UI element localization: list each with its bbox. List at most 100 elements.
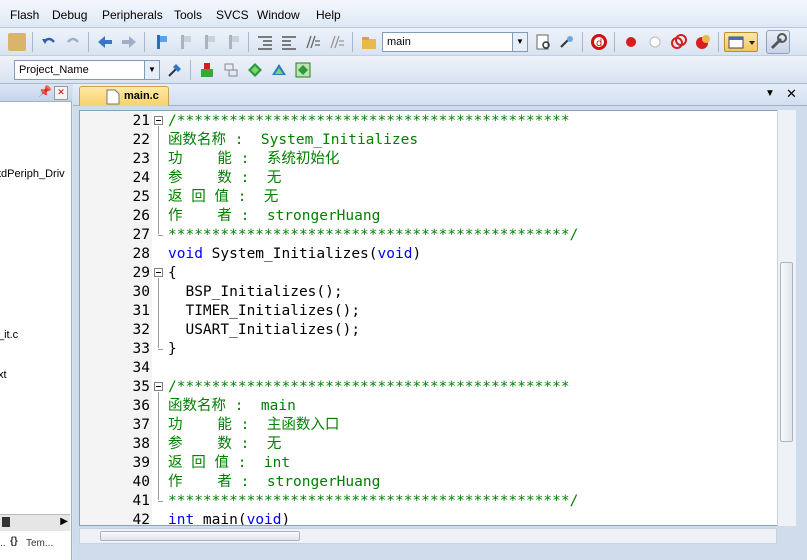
code-line: 22 函数名称 : System_Initializes [80, 131, 780, 150]
menu-debug[interactable]: Debug [52, 8, 87, 22]
code-comment: 函数名称 : System_Initializes [168, 132, 419, 148]
code-text: 作 者 : strongerHuang [168, 207, 380, 226]
fold-collapse-icon[interactable] [154, 116, 163, 125]
menu-window[interactable]: Window [257, 8, 300, 22]
code-text: 功 能 : 主函数入口 [168, 416, 339, 435]
tree-item[interactable]: _it.c [0, 329, 18, 341]
line-number: 36 [132, 398, 150, 414]
redo-icon[interactable] [64, 33, 82, 51]
load-icon[interactable] [198, 61, 216, 79]
code-comment: 函数名称 : main [168, 398, 296, 414]
uncomment-icon[interactable] [328, 33, 346, 51]
fold-guide [158, 392, 159, 500]
file-icon [106, 89, 120, 105]
find-in-files-icon[interactable] [360, 33, 378, 51]
scrollbar-thumb[interactable] [100, 531, 300, 541]
code-comment: 参 数 : 无 [168, 170, 282, 186]
code-line: 29 { [80, 264, 780, 283]
code-comment: /***************************************… [168, 379, 570, 395]
project-toolbar: Project_Name ▼ [0, 56, 807, 84]
code-line: 42 int main(void) [80, 511, 780, 526]
bookmark-prev-icon[interactable] [176, 33, 194, 51]
code-token: TIMER_Initializes(); [168, 303, 361, 319]
menu-help[interactable]: Help [316, 8, 341, 22]
wrench-icon[interactable] [766, 30, 790, 54]
code-text: TIMER_Initializes(); [168, 302, 360, 321]
menu-svcs[interactable]: SVCS [216, 8, 249, 22]
copy-icon[interactable] [8, 33, 26, 51]
tab-templates[interactable]: Tem... [26, 538, 53, 549]
horizontal-scrollbar[interactable] [79, 528, 777, 544]
code-line: 39 返 回 值 : int [80, 454, 780, 473]
tab-main-c[interactable]: main.c [79, 86, 169, 106]
menu-peripherals[interactable]: Peripherals [102, 8, 163, 22]
build-icon[interactable] [222, 61, 240, 79]
fold-collapse-icon[interactable] [154, 268, 163, 277]
code-text: 函数名称 : main [168, 397, 296, 416]
tab-functions[interactable]: {} [10, 536, 18, 547]
scroll-left-icon[interactable] [2, 517, 10, 527]
breakpoint-disable-icon[interactable] [646, 33, 664, 51]
code-token: ) [412, 246, 422, 262]
breakpoints-clear-icon[interactable] [670, 33, 688, 51]
bookmark-icon[interactable] [152, 33, 170, 51]
line-number: 25 [132, 189, 150, 205]
chevron-down-icon[interactable]: ▼ [512, 33, 527, 51]
code-comment: 返 回 值 : int [168, 455, 291, 471]
indent-icon[interactable] [256, 33, 274, 51]
menu-tools[interactable]: Tools [174, 8, 202, 22]
tree-item[interactable]: xt [0, 369, 7, 381]
target-combo[interactable]: main ▼ [382, 32, 528, 52]
tab-list-icon[interactable]: ▼ [765, 88, 775, 99]
code-text: ****************************************… [168, 226, 578, 245]
tree-item[interactable]: tdPeriph_Driv [0, 168, 65, 180]
code-line: 32 USART_Initializes(); [80, 321, 780, 340]
code-text: 作 者 : strongerHuang [168, 473, 380, 492]
pin-icon[interactable]: 📌 [38, 85, 52, 98]
project-combo[interactable]: Project_Name ▼ [14, 60, 160, 80]
incremental-find-icon[interactable] [558, 33, 576, 51]
fold-collapse-icon[interactable] [154, 382, 163, 391]
rebuild-icon[interactable] [246, 61, 264, 79]
target-options-icon[interactable] [166, 61, 184, 79]
tab-project[interactable]: .. [0, 538, 6, 549]
line-number: 38 [132, 436, 150, 452]
debug-start-icon[interactable]: d [590, 33, 608, 51]
code-text: ****************************************… [168, 492, 578, 511]
undo-icon[interactable] [40, 33, 58, 51]
editor-tabstrip: main.c ▼ ✕ [73, 84, 807, 106]
kill-breakpoints-icon[interactable] [694, 33, 712, 51]
code-text: /***************************************… [168, 378, 570, 397]
back-icon[interactable] [96, 33, 114, 51]
code-keyword: void [246, 512, 282, 526]
close-icon[interactable]: ✕ [786, 86, 797, 102]
code-comment: 作 者 : strongerHuang [168, 474, 381, 490]
outdent-icon[interactable] [280, 33, 298, 51]
close-icon[interactable]: ✕ [54, 86, 68, 100]
project-combo-value: Project_Name [19, 64, 89, 76]
fold-end-mark [158, 501, 163, 502]
window-layout-button[interactable] [724, 32, 758, 52]
vertical-scrollbar[interactable] [777, 110, 796, 526]
code-editor[interactable]: 21 /*************************************… [79, 110, 781, 526]
comment-icon[interactable] [304, 33, 322, 51]
breakpoint-icon[interactable] [622, 33, 640, 51]
project-panel-header: 📌 ✕ [0, 84, 72, 102]
line-number: 39 [132, 455, 150, 471]
scroll-right-icon[interactable]: ▶ [60, 516, 68, 527]
find-icon[interactable] [534, 33, 552, 51]
bookmark-clear-icon[interactable] [224, 33, 242, 51]
translate-icon[interactable] [294, 61, 312, 79]
bookmark-next-icon[interactable] [200, 33, 218, 51]
code-comment: 功 能 : 系统初始化 [168, 151, 340, 167]
line-number: 37 [132, 417, 150, 433]
batch-build-icon[interactable] [270, 61, 288, 79]
menu-flash[interactable]: Flash [10, 8, 39, 22]
forward-icon[interactable] [120, 33, 138, 51]
chevron-down-icon[interactable]: ▼ [144, 61, 159, 79]
panel-hscrollbar[interactable]: ▶ [0, 514, 70, 531]
code-line: 25 返 回 值 : 无 [80, 188, 780, 207]
line-number: 26 [132, 208, 150, 224]
scrollbar-thumb[interactable] [780, 262, 793, 442]
panel-tabs: .. {} Tem... [0, 534, 70, 554]
